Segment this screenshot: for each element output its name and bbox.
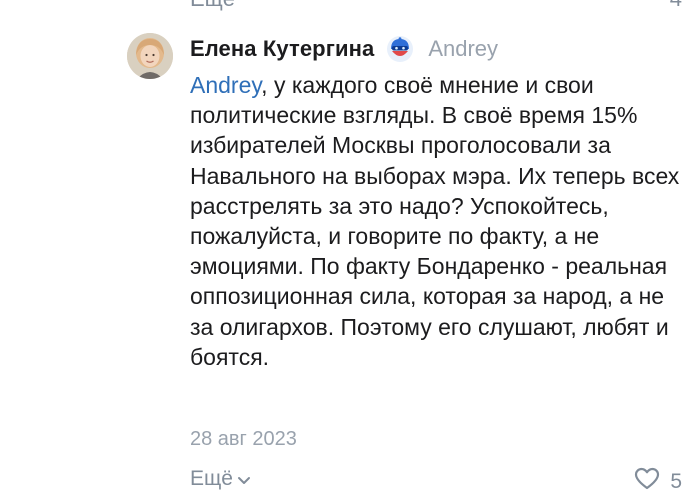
comment-footer: Ещё 5 bbox=[190, 467, 682, 493]
more-label: Ещё bbox=[190, 467, 233, 490]
user-photo-avatar bbox=[127, 33, 173, 79]
comment-header: Елена Кутергина Andrey bbox=[190, 34, 498, 64]
comment-text: Andrey, у каждого своё мнение и свои пол… bbox=[190, 70, 690, 372]
like-count: 5 bbox=[670, 469, 682, 493]
comment-body: , у каждого своё мнение и свои политичес… bbox=[190, 72, 680, 370]
chevron-down-icon bbox=[237, 467, 251, 491]
author-name[interactable]: Елена Кутергина bbox=[190, 36, 374, 62]
comment-date: 28 авг 2023 bbox=[190, 428, 297, 450]
mention-link[interactable]: Andrey bbox=[190, 72, 261, 98]
reply-target-name[interactable]: Andrey bbox=[428, 36, 498, 62]
avatar[interactable] bbox=[127, 33, 173, 79]
robot-avatar-icon[interactable] bbox=[386, 35, 414, 63]
previous-like-count[interactable]: 4 bbox=[670, 0, 682, 12]
like-button[interactable]: 5 bbox=[634, 467, 682, 493]
more-button[interactable]: Ещё bbox=[190, 467, 251, 491]
previous-comment-footer: Ещё 4 bbox=[190, 0, 682, 11]
previous-more-button[interactable]: Ещё bbox=[190, 0, 235, 12]
heart-outline-icon bbox=[634, 467, 660, 493]
comment-thread: Ещё 4 Елена Кутергина bbox=[0, 0, 700, 493]
